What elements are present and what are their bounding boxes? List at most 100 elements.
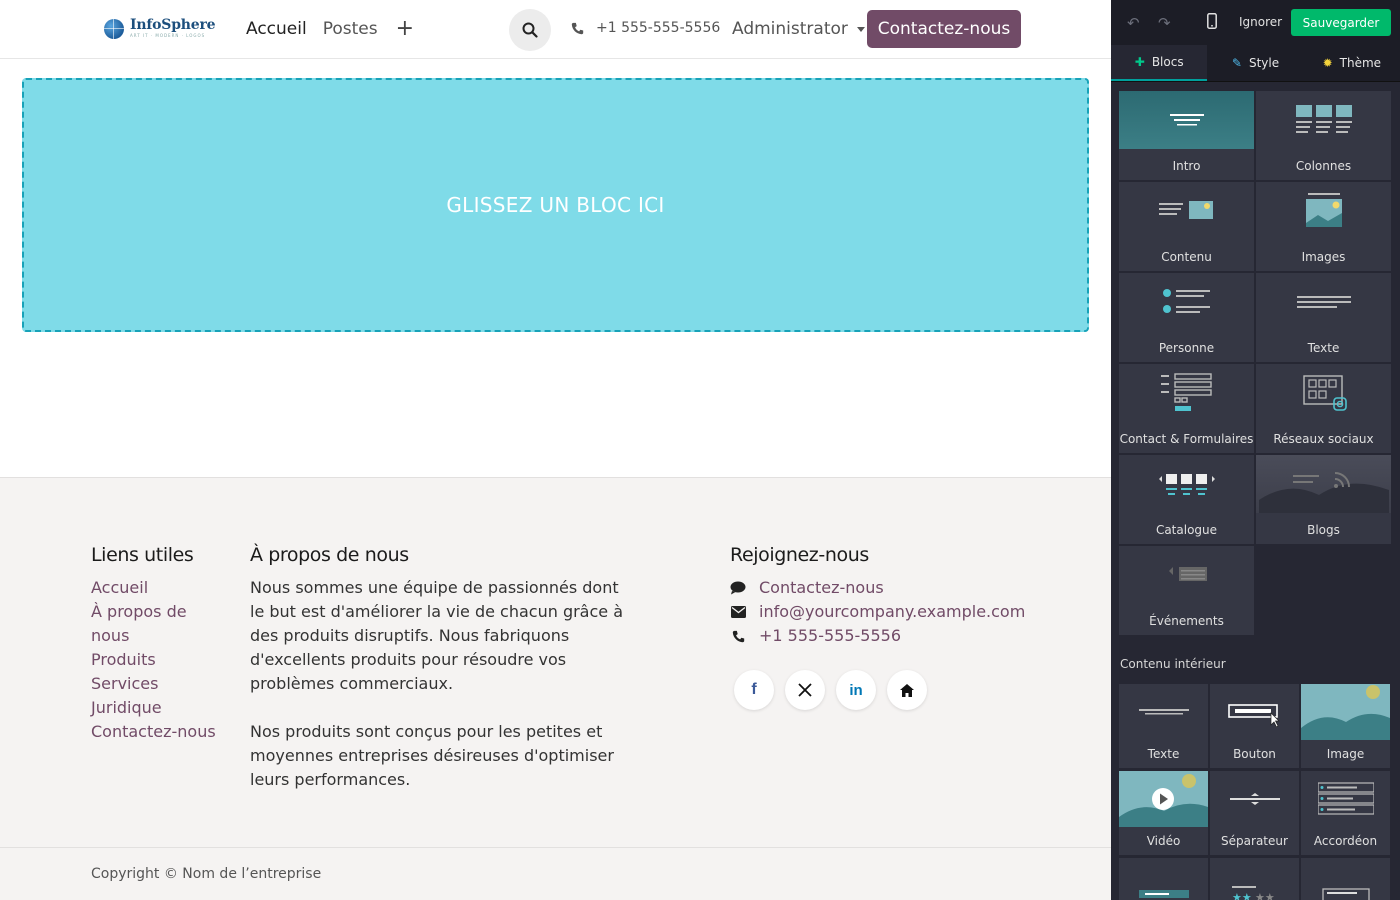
inner-block-texte[interactable]: Texte [1119, 684, 1208, 768]
linkedin-icon[interactable]: in [836, 670, 876, 710]
inner-content-grid: Texte Bouton Image Vidéo Séparateur Acco… [1119, 684, 1393, 900]
contact-us-button[interactable]: Contactez-nous [867, 10, 1021, 48]
logo-tagline: ART IT · MODERN · LOGOS [130, 33, 206, 38]
footer-join: Rejoignez-nous Contactez-nous info@yourc… [730, 543, 1060, 710]
text-thumbnail [1256, 273, 1391, 331]
block-label: Contact & Formulaires [1119, 432, 1254, 446]
nav-item-accueil[interactable]: Accueil [246, 18, 307, 40]
images-thumbnail [1256, 182, 1391, 240]
block-dropzone[interactable]: GLISSEZ UN BLOC ICI [22, 78, 1089, 332]
svg-text:★★: ★★ [1255, 891, 1275, 900]
tab-theme[interactable]: ✹ Thème [1304, 45, 1400, 81]
block-colonnes[interactable]: Colonnes [1256, 91, 1391, 180]
block-label: Événements [1149, 614, 1224, 628]
copyright-bar: Copyright © Nom de l’entreprise [0, 847, 1111, 882]
tab-style[interactable]: ✎ Style [1207, 45, 1303, 81]
block-label: Catalogue [1155, 523, 1218, 537]
footer-links-title: Liens utiles [91, 544, 194, 566]
mobile-preview-icon[interactable] [1207, 13, 1217, 33]
undo-icon[interactable]: ↶ [1127, 14, 1140, 32]
ignore-button[interactable]: Ignorer [1239, 15, 1282, 29]
footer-join-title: Rejoignez-nous [730, 544, 869, 566]
block-label: Accordéon [1313, 834, 1378, 848]
inner-text-thumbnail [1119, 684, 1208, 740]
block-label: Contenu [1161, 250, 1212, 264]
inner-accordion-thumbnail [1301, 771, 1390, 827]
footer-link-produits[interactable]: Produits [91, 648, 216, 672]
footer-email-link[interactable]: info@yourcompany.example.com [730, 600, 1060, 624]
footer-phone-link[interactable]: +1 555-555-5556 [730, 624, 1060, 648]
plus-icon[interactable]: + [396, 18, 414, 40]
inner-block-alert[interactable] [1301, 858, 1390, 900]
nav-item-postes[interactable]: Postes [323, 18, 378, 40]
inner-block-separateur[interactable]: Séparateur [1210, 771, 1299, 855]
block-label: Images [1301, 250, 1346, 264]
tab-blocs-label: Blocs [1151, 55, 1184, 69]
save-button[interactable]: Sauvegarder [1291, 9, 1391, 36]
footer-link-accueil[interactable]: Accueil [91, 576, 216, 600]
tab-blocs[interactable]: ✚ Blocs [1111, 45, 1208, 81]
social-thumbnail [1256, 364, 1391, 422]
block-catalogue[interactable]: Catalogue [1119, 455, 1254, 544]
footer-link-about[interactable]: À propos de nous [91, 600, 201, 648]
redo-icon[interactable]: ↷ [1158, 14, 1171, 32]
inner-video-thumbnail [1119, 771, 1208, 827]
tab-theme-label: Thème [1339, 56, 1382, 70]
dropzone-label: GLISSEZ UN BLOC ICI [446, 193, 665, 217]
social-links: f in [734, 670, 1060, 710]
block-label: Vidéo [1146, 834, 1181, 848]
block-blogs[interactable]: Blogs [1256, 455, 1391, 544]
block-personne[interactable]: Personne [1119, 273, 1254, 362]
header-phone[interactable]: +1 555-555-5556 [571, 20, 720, 36]
gear-icon: ✹ [1322, 56, 1333, 70]
footer-contact-link[interactable]: Contactez-nous [730, 576, 1060, 600]
block-evenements[interactable]: Événements [1119, 546, 1254, 635]
block-label: Réseaux sociaux [1273, 432, 1374, 446]
footer-link-juridique[interactable]: Juridique [91, 696, 216, 720]
intro-thumbnail [1119, 91, 1254, 149]
user-menu-label: Administrator [732, 19, 848, 39]
x-icon[interactable] [785, 670, 825, 710]
inner-separator-thumbnail [1210, 771, 1299, 827]
site-footer: Liens utiles Accueil À propos de nous Pr… [0, 477, 1111, 900]
block-contenu[interactable]: Contenu [1119, 182, 1254, 271]
inner-block-card[interactable] [1119, 858, 1208, 900]
block-label: Intro [1172, 159, 1201, 173]
block-intro[interactable]: Intro [1119, 91, 1254, 180]
inner-block-bouton[interactable]: Bouton [1210, 684, 1299, 768]
block-social[interactable]: Réseaux sociaux [1256, 364, 1391, 453]
user-menu[interactable]: Administrator [732, 19, 865, 39]
inner-card-thumbnail [1119, 858, 1208, 900]
site-logo[interactable]: InfoSphere ART IT · MODERN · LOGOS [104, 17, 216, 39]
svg-text:★★: ★★ [1232, 891, 1252, 900]
inner-block-image[interactable]: Image [1301, 684, 1390, 768]
logo-name: InfoSphere [130, 17, 216, 33]
block-label: Image [1326, 747, 1365, 761]
footer-about-title: À propos de nous [250, 544, 409, 566]
footer-email: info@yourcompany.example.com [759, 602, 1026, 621]
globe-icon [104, 18, 124, 39]
inner-block-rating[interactable]: ★★ ★★ [1210, 858, 1299, 900]
plus-icon: ✚ [1134, 55, 1145, 69]
block-contact-forms[interactable]: Contact & Formulaires [1119, 364, 1254, 453]
copyright-text: Copyright © Nom de l’entreprise [91, 866, 322, 882]
footer-link-contact[interactable]: Contactez-nous [91, 720, 216, 744]
main-nav: Accueil Postes + [246, 18, 414, 40]
search-button[interactable] [509, 9, 551, 51]
inner-rating-thumbnail: ★★ ★★ [1210, 858, 1299, 900]
search-icon [522, 22, 538, 38]
inner-block-accordeon[interactable]: Accordéon [1301, 771, 1390, 855]
events-thumbnail [1119, 546, 1254, 604]
footer-about: À propos de nous Nous sommes une équipe … [250, 543, 625, 792]
footer-link-services[interactable]: Services [91, 672, 216, 696]
inner-content-title: Contenu intérieur [1120, 657, 1226, 671]
block-label: Texte [1307, 341, 1340, 355]
block-texte[interactable]: Texte [1256, 273, 1391, 362]
home-icon[interactable] [887, 670, 927, 710]
block-images[interactable]: Images [1256, 182, 1391, 271]
inner-alert-thumbnail [1301, 858, 1390, 900]
inner-block-video[interactable]: Vidéo [1119, 771, 1208, 855]
footer-contact-label: Contactez-nous [759, 578, 884, 597]
phone-icon [571, 22, 584, 34]
facebook-icon[interactable]: f [734, 670, 774, 710]
